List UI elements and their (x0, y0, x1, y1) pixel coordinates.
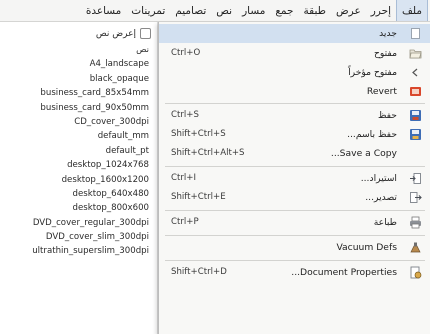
menu-item-label: مفتوح (373, 48, 397, 59)
template-list: نص A4_landscape black_opaque business_ca… (32, 43, 149, 259)
menu-filters[interactable]: تصاميم (170, 0, 211, 21)
menu-separator (165, 260, 425, 261)
template-item[interactable]: desktop_640x480 (32, 187, 149, 201)
menu-item-label: استيراد... (360, 173, 397, 184)
menu-help[interactable]: مساعدة (81, 0, 126, 21)
print-icon (410, 216, 421, 229)
new-document-icon (411, 28, 420, 39)
template-item[interactable]: business_card_85x54mm (32, 86, 149, 100)
template-item[interactable]: default_mm (32, 129, 149, 143)
import-icon (410, 173, 421, 184)
template-item[interactable]: CD_cover_300dpi (32, 115, 149, 129)
save-icon (410, 110, 421, 121)
shortcut-label: Shift+Ctrl+Alt+S (171, 148, 245, 158)
menu-object[interactable]: جمع (270, 0, 298, 21)
export-icon (410, 192, 422, 203)
template-item[interactable]: ultrathin_superslim_300dpi (32, 244, 149, 258)
template-item[interactable]: desktop_1600x1200 (32, 173, 149, 187)
document-properties-icon (410, 266, 422, 279)
app-window: ملف إحرر عرض طبقة جمع مسار نص تصاميم تمر… (0, 0, 430, 334)
menu-separator (165, 103, 425, 104)
template-item[interactable]: business_card_90x50mm (32, 101, 149, 115)
menu-file[interactable]: ملف (396, 0, 428, 21)
menu-separator (165, 235, 425, 236)
shortcut-label: Shift+Ctrl+S (171, 129, 226, 139)
menu-separator (165, 210, 425, 211)
template-item[interactable]: DVD_cover_regular_300dpi (32, 216, 149, 230)
menu-item-label: مفتوح مؤخراً (348, 67, 397, 78)
template-item[interactable]: black_opaque (32, 72, 149, 86)
menu-item-print[interactable]: Ctrl+P طباعة (159, 213, 430, 232)
template-item[interactable]: desktop_800x600 (32, 201, 149, 215)
menu-item-label: جديد (379, 28, 397, 39)
menu-item-label: تصدير... (365, 192, 397, 203)
menu-item-new[interactable]: جديد (159, 24, 430, 43)
menu-item-label: Document Properties... (291, 267, 397, 278)
vacuum-icon (410, 242, 421, 253)
shortcut-label: Ctrl+I (171, 173, 197, 183)
menu-item-label: حفظ باسم... (347, 129, 397, 140)
menu-item-import[interactable]: Ctrl+I استيراد... (159, 169, 430, 188)
folder-open-icon (409, 49, 422, 59)
menubar: ملف إحرر عرض طبقة جمع مسار نص تصاميم تمر… (0, 0, 430, 22)
shortcut-label: Ctrl+S (171, 110, 199, 120)
template-item[interactable]: A4_landscape (32, 57, 149, 71)
template-list-pane: إعرض نص نص A4_landscape black_opaque bus… (0, 22, 158, 334)
menu-item-label: حفظ (377, 110, 397, 121)
revert-icon (410, 87, 421, 96)
show-text-option[interactable]: إعرض نص (96, 28, 151, 39)
shortcut-label: Ctrl+P (171, 217, 199, 227)
show-text-label: إعرض نص (95, 28, 136, 39)
menu-text[interactable]: نص (211, 0, 237, 21)
menu-separator (165, 166, 425, 167)
show-text-checkbox[interactable] (140, 28, 151, 39)
menu-path[interactable]: مسار (237, 0, 270, 21)
menu-item-label: Revert (366, 86, 397, 97)
shortcut-label: Shift+Ctrl+D (171, 267, 227, 277)
template-item[interactable]: DVD_cover_slim_300dpi (32, 230, 149, 244)
menu-item-open[interactable]: Ctrl+O مفتوح (159, 44, 430, 63)
menu-extensions[interactable]: تمرينات (126, 0, 170, 21)
menu-item-label: طباعة (373, 217, 397, 228)
menu-item-vacuum-defs[interactable]: Vacuum Defs (159, 238, 430, 257)
shortcut-label: Shift+Ctrl+E (171, 192, 226, 202)
menu-item-save-as[interactable]: Shift+Ctrl+S حفظ باسم... (159, 125, 430, 144)
template-item[interactable]: نص (32, 43, 149, 57)
menu-item-label: Vacuum Defs (336, 242, 397, 253)
file-menu-dropdown: جديد Ctrl+O مفتوح مفتوح مؤخراً Revert Ct… (158, 22, 430, 334)
submenu-arrow-icon (412, 68, 418, 77)
menu-view[interactable]: عرض (331, 0, 366, 21)
template-item[interactable]: desktop_1024x768 (32, 158, 149, 172)
template-item[interactable]: default_pt (32, 144, 149, 158)
menu-layer[interactable]: طبقة (299, 0, 331, 21)
shortcut-label: Ctrl+O (171, 48, 201, 58)
menu-edit[interactable]: إحرر (366, 0, 396, 21)
menu-item-label: Save a Copy... (330, 148, 397, 159)
menu-item-document-properties[interactable]: Shift+Ctrl+D Document Properties... (159, 263, 430, 282)
menu-item-save[interactable]: Ctrl+S حفظ (159, 106, 430, 125)
menu-item-open-recent[interactable]: مفتوح مؤخراً (159, 63, 430, 82)
save-as-icon (410, 129, 421, 140)
menu-item-revert[interactable]: Revert (159, 82, 430, 101)
menu-item-export[interactable]: Shift+Ctrl+E تصدير... (159, 188, 430, 207)
menu-item-save-copy[interactable]: Shift+Ctrl+Alt+S Save a Copy... (159, 144, 430, 163)
